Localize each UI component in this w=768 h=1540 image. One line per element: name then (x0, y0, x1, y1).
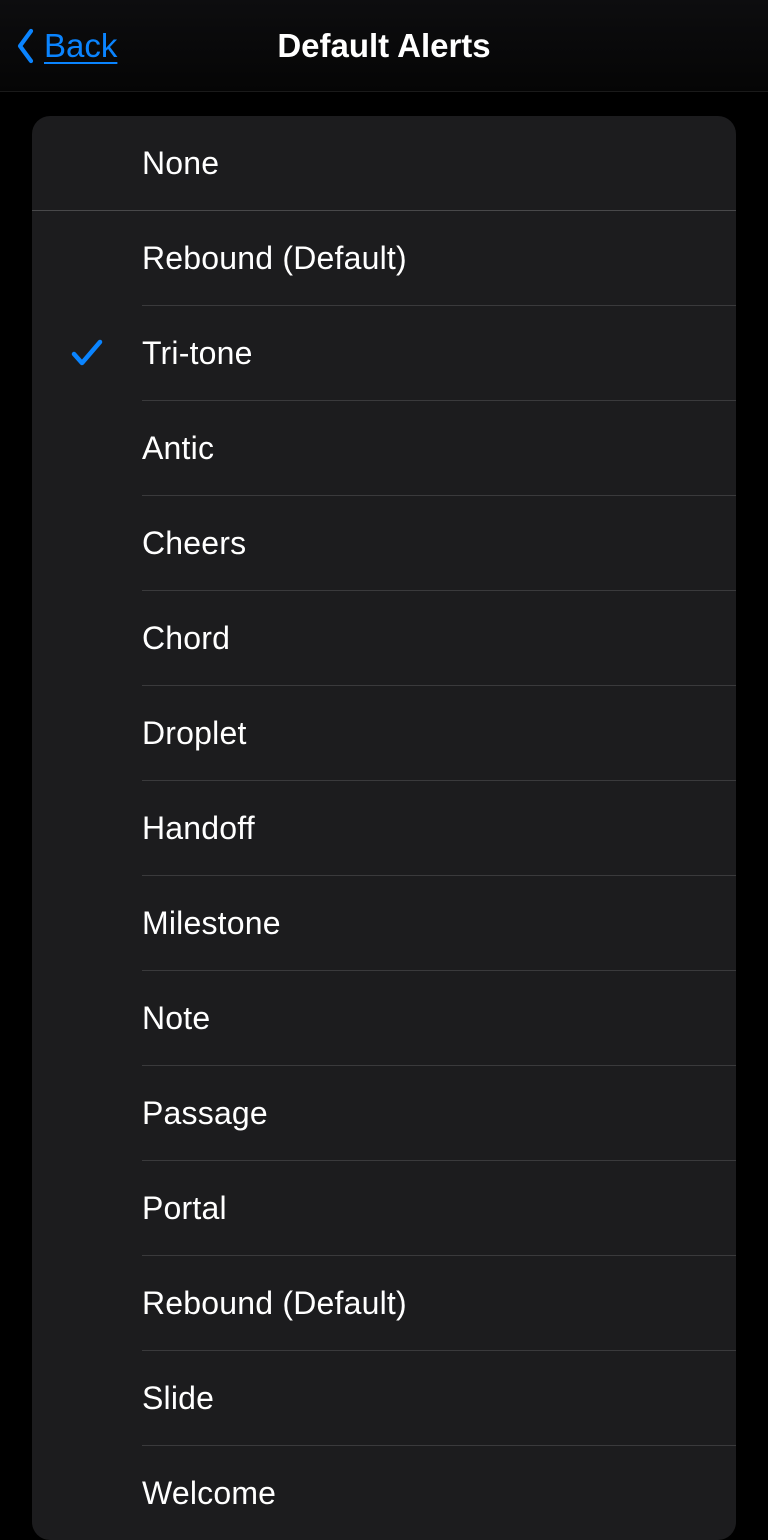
alert-tone-row-note[interactable]: Note (32, 971, 736, 1065)
row-content: Milestone (142, 905, 736, 942)
alert-tone-row-chord[interactable]: Chord (32, 591, 736, 685)
row-content: Welcome (142, 1475, 736, 1512)
alert-tone-row-passage[interactable]: Passage (32, 1066, 736, 1160)
navigation-bar: Back Default Alerts (0, 0, 768, 92)
alert-tone-label: Passage (142, 1095, 716, 1132)
alert-tone-row-slide[interactable]: Slide (32, 1351, 736, 1445)
alert-tone-label: Rebound (Default) (142, 240, 716, 277)
back-label: Back (44, 27, 117, 65)
row-content: Rebound (Default) (142, 240, 736, 277)
alert-tone-label: None (142, 145, 716, 182)
row-content: None (142, 145, 736, 182)
alert-tone-row-cheers[interactable]: Cheers (32, 496, 736, 590)
alert-tone-label: Welcome (142, 1475, 716, 1512)
row-content: Antic (142, 430, 736, 467)
alert-tone-row-rebound-default[interactable]: Rebound (Default) (32, 211, 736, 305)
row-content: Slide (142, 1380, 736, 1417)
alert-tone-row-none[interactable]: None (32, 116, 736, 210)
row-content: Rebound (Default) (142, 1285, 736, 1322)
row-content: Handoff (142, 810, 736, 847)
chevron-left-icon (14, 26, 38, 66)
alert-tone-label: Slide (142, 1380, 716, 1417)
row-content: Droplet (142, 715, 736, 752)
alert-tone-label: Portal (142, 1190, 716, 1227)
row-content: Cheers (142, 525, 736, 562)
alert-tone-list: None Rebound (Default) Tri-tone Antic Cheers… (32, 116, 736, 1540)
alert-tone-row-handoff[interactable]: Handoff (32, 781, 736, 875)
alert-tone-row-antic[interactable]: Antic (32, 401, 736, 495)
row-content: Portal (142, 1190, 736, 1227)
alert-tone-label: Chord (142, 620, 716, 657)
alert-tone-row-droplet[interactable]: Droplet (32, 686, 736, 780)
alert-tone-label: Antic (142, 430, 716, 467)
checkmark-icon (70, 336, 104, 370)
page-title: Default Alerts (277, 27, 490, 65)
row-content: Chord (142, 620, 736, 657)
alert-tone-row-portal[interactable]: Portal (32, 1161, 736, 1255)
alert-tone-label: Milestone (142, 905, 716, 942)
alert-tone-label: Tri-tone (142, 335, 716, 372)
back-button[interactable]: Back (14, 26, 117, 66)
row-content: Note (142, 1000, 736, 1037)
alert-tone-row-rebound-default[interactable]: Rebound (Default) (32, 1256, 736, 1350)
alert-tone-label: Rebound (Default) (142, 1285, 716, 1322)
content-area: None Rebound (Default) Tri-tone Antic Cheers… (0, 92, 768, 1540)
alert-tone-row-tri-tone[interactable]: Tri-tone (32, 306, 736, 400)
alert-tone-label: Handoff (142, 810, 716, 847)
alert-tone-label: Droplet (142, 715, 716, 752)
row-content: Tri-tone (142, 335, 736, 372)
alert-tone-label: Note (142, 1000, 716, 1037)
check-column (32, 336, 142, 370)
alert-tone-row-milestone[interactable]: Milestone (32, 876, 736, 970)
row-content: Passage (142, 1095, 736, 1132)
alert-tone-row-welcome[interactable]: Welcome (32, 1446, 736, 1540)
alert-tone-label: Cheers (142, 525, 716, 562)
